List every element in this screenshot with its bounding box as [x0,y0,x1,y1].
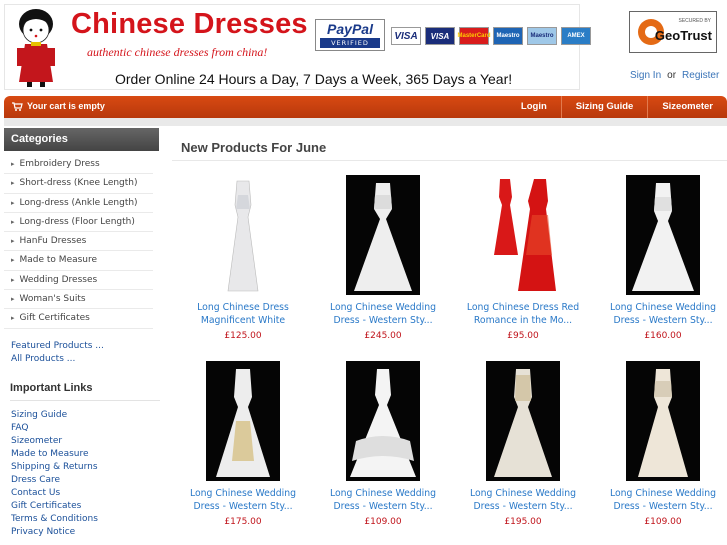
important-link-made-to-measure[interactable]: Made to Measure [11,448,159,461]
category-item-womans-suits[interactable]: Woman's Suits [4,290,153,310]
visa-electron-card-icon: VISA [425,27,455,45]
important-link-gift-certificates[interactable]: Gift Certificates [11,500,159,513]
geotrust-name: GeoTrust [654,28,712,43]
category-item-gift-certificates[interactable]: Gift Certificates [4,309,153,329]
or-separator: or [667,70,677,81]
product-price: £109.00 [644,517,682,527]
category-item-made-to-measure[interactable]: Made to Measure [4,251,153,271]
main-navbar: Your cart is empty Login Sizing Guide Si… [4,96,727,118]
geotrust-secured-label: SECURED BY [678,18,711,24]
sizing-guide-link[interactable]: Sizing Guide [560,96,648,118]
header-banner: Chinese Dresses authentic chinese dresse… [4,4,591,90]
visa-card-icon: VISA [391,27,421,45]
cart-status-text: Your cart is empty [27,101,105,111]
category-item-embroidery-dress[interactable]: Embroidery Dress [4,155,153,175]
category-list: Embroidery Dress Short-dress (Knee Lengt… [4,155,159,329]
product-image-gold-embroidered-dress[interactable] [206,361,280,481]
mastercard-icon: MasterCard [458,27,491,45]
paypal-verified-badge: PayPal VERIFIED [315,19,385,51]
important-link-terms-conditions[interactable]: Terms & Conditions [11,513,159,526]
categories-heading: Categories [4,128,159,151]
product-card[interactable]: Long Chinese Wedding Dress - Western Sty… [318,361,448,527]
paypal-logo-text: PayPal [327,21,373,37]
account-links: Sign In or Register [630,70,719,81]
product-card[interactable]: Long Chinese Wedding Dress - Western Sty… [598,361,727,527]
login-link[interactable]: Login [507,96,561,118]
product-name[interactable]: Long Chinese Wedding Dress - Western Sty… [178,487,308,513]
important-links-list: Sizing Guide FAQ Sizeometer Made to Meas… [11,409,159,539]
product-image-red-dress[interactable] [486,175,560,295]
important-link-shipping-returns[interactable]: Shipping & Returns [11,461,159,474]
category-item-wedding-dresses[interactable]: Wedding Dresses [4,271,153,291]
product-card[interactable]: Long Chinese Wedding Dress - Western Sty… [458,361,588,527]
product-name[interactable]: Long Chinese Wedding Dress - Western Sty… [598,487,727,513]
nav-subbar [4,118,727,126]
important-link-sizing-guide[interactable]: Sizing Guide [11,409,159,422]
product-name[interactable]: Long Chinese Wedding Dress - Western Sty… [598,301,727,327]
amex-card-icon: AMEX [561,27,591,45]
page-title: New Products For June [181,140,327,155]
paypal-verified-label: VERIFIED [320,38,380,48]
product-name[interactable]: Long Chinese Wedding Dress - Western Sty… [458,487,588,513]
sign-in-link[interactable]: Sign In [630,70,661,81]
title-divider [172,160,727,161]
product-image-wedding-dress[interactable] [346,175,420,295]
brand-title: Chinese Dresses [71,8,308,40]
maestro-card-icon: Maestro [493,27,523,45]
product-price: £175.00 [224,517,262,527]
product-image-ballgown[interactable] [626,175,700,295]
product-card[interactable]: Long Chinese Wedding Dress - Western Sty… [318,175,448,341]
sizeometer-link[interactable]: Sizeometer [647,96,727,118]
shopping-cart-icon [12,101,23,111]
product-image-white-dress[interactable] [206,175,280,295]
product-price: £95.00 [507,331,539,341]
register-link[interactable]: Register [682,70,719,81]
category-item-long-dress-floor[interactable]: Long-dress (Floor Length) [4,213,153,233]
nav-links: Login Sizing Guide Sizeometer [507,96,727,118]
chinese-girl-logo-icon [17,9,55,87]
all-products-link[interactable]: All Products ... [11,353,159,366]
category-item-hanfu-dresses[interactable]: HanFu Dresses [4,232,153,252]
payment-cards: VISA VISA MasterCard Maestro Maestro AME… [391,27,591,45]
important-link-faq[interactable]: FAQ [11,422,159,435]
product-image-ruffled-dress[interactable] [346,361,420,481]
important-link-sizeometer[interactable]: Sizeometer [11,435,159,448]
product-price: £125.00 [224,331,262,341]
product-card[interactable]: Long Chinese Wedding Dress - Western Sty… [178,361,308,527]
important-links-heading: Important Links [10,382,160,401]
product-list-links: Featured Products ... All Products ... [11,340,159,366]
important-link-contact-us[interactable]: Contact Us [11,487,159,500]
product-price: £160.00 [644,331,682,341]
product-price: £109.00 [364,517,402,527]
order-online-banner: Order Online 24 Hours a Day, 7 Days a We… [115,71,513,87]
important-link-privacy-notice[interactable]: Privacy Notice [11,526,159,539]
featured-products-link[interactable]: Featured Products ... [11,340,159,353]
product-price: £195.00 [504,517,542,527]
product-card[interactable]: Long Chinese Dress Red Romance in the Mo… [458,175,588,341]
geotrust-badge[interactable]: SECURED BY GeoTrust [629,11,717,53]
product-name[interactable]: Long Chinese Wedding Dress - Western Sty… [318,487,448,513]
cart-status[interactable]: Your cart is empty [12,101,105,111]
product-name[interactable]: Long Chinese Wedding Dress - Western Sty… [318,301,448,327]
brand-tagline: authentic chinese dresses from china! [87,45,268,59]
product-image-ivory-dress[interactable] [626,361,700,481]
product-image-beaded-dress[interactable] [486,361,560,481]
category-item-short-dress[interactable]: Short-dress (Knee Length) [4,174,153,194]
category-item-long-dress-ankle[interactable]: Long-dress (Ankle Length) [4,194,153,213]
maestro-card-2-icon: Maestro [527,27,557,45]
sidebar: Categories Embroidery Dress Short-dress … [4,128,160,539]
product-card[interactable]: Long Chinese Dress Magnificent White £12… [178,175,308,341]
product-card[interactable]: Long Chinese Wedding Dress - Western Sty… [598,175,727,341]
product-name[interactable]: Long Chinese Dress Red Romance in the Mo… [458,301,588,327]
product-name[interactable]: Long Chinese Dress Magnificent White [178,301,308,327]
important-link-dress-care[interactable]: Dress Care [11,474,159,487]
product-price: £245.00 [364,331,402,341]
